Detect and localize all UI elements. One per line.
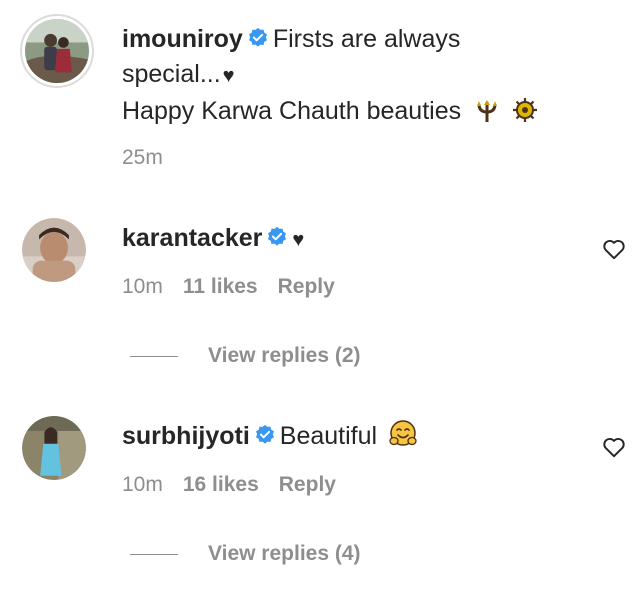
comment-1-username[interactable]: karantacker bbox=[122, 224, 262, 252]
caption-line-3: Happy Karwa Chauth beauties bbox=[122, 97, 462, 125]
post-time[interactable]: 25m bbox=[122, 146, 163, 169]
comment-2-likes[interactable]: 16 likes bbox=[183, 473, 259, 496]
comment-2-view-replies[interactable]: View replies (4) bbox=[208, 541, 361, 567]
view-replies-divider bbox=[130, 554, 178, 555]
comment-1-likes[interactable]: 11 likes bbox=[183, 275, 258, 298]
post-username[interactable]: imouniroy bbox=[122, 25, 243, 53]
comment-1-time[interactable]: 10m bbox=[122, 275, 163, 298]
trishul-emoji-icon bbox=[477, 100, 498, 122]
comment-1-meta: 10m 11 likes Reply bbox=[122, 274, 355, 300]
avatar-photo bbox=[22, 416, 86, 480]
caption-line-1: Firsts are always bbox=[272, 25, 461, 53]
comment-1-reply[interactable]: Reply bbox=[278, 275, 335, 298]
hugging-face-emoji-icon bbox=[389, 420, 417, 446]
comment-2-reply[interactable]: Reply bbox=[279, 473, 336, 496]
caption-line-2: special... bbox=[122, 60, 221, 88]
avatar-photo bbox=[25, 19, 89, 83]
comment-1-view-replies[interactable]: View replies (2) bbox=[208, 343, 361, 369]
verified-badge-icon bbox=[268, 226, 287, 246]
comment-2-username[interactable]: surbhijyoti bbox=[122, 422, 250, 450]
comment-2-meta: 10m 16 likes Reply bbox=[122, 472, 356, 498]
like-heart-icon[interactable] bbox=[601, 236, 627, 262]
black-heart-icon: ♥ bbox=[222, 65, 235, 87]
post-meta: 25m bbox=[122, 145, 183, 171]
view-replies-divider bbox=[130, 356, 178, 357]
comment-2-text: Beautiful bbox=[279, 422, 378, 450]
wheel-emoji-icon bbox=[513, 98, 538, 122]
avatar-photo bbox=[22, 218, 86, 282]
verified-badge-icon bbox=[255, 424, 274, 444]
comment-2-time[interactable]: 10m bbox=[122, 473, 163, 496]
comment-2-body: surbhijyoti Beautiful bbox=[122, 419, 582, 454]
black-heart-icon: ♥ bbox=[292, 229, 305, 251]
comment-1-body: karantacker ♥ bbox=[122, 221, 582, 258]
comment-avatar-karantacker[interactable] bbox=[22, 218, 86, 282]
comment-avatar-surbhijyoti[interactable] bbox=[22, 416, 86, 480]
verified-badge-icon bbox=[248, 27, 267, 47]
like-heart-icon[interactable] bbox=[601, 434, 627, 460]
post-author-avatar[interactable] bbox=[20, 14, 94, 88]
post-caption: imouniroy Firsts are always special... ♥ H… bbox=[122, 22, 612, 129]
